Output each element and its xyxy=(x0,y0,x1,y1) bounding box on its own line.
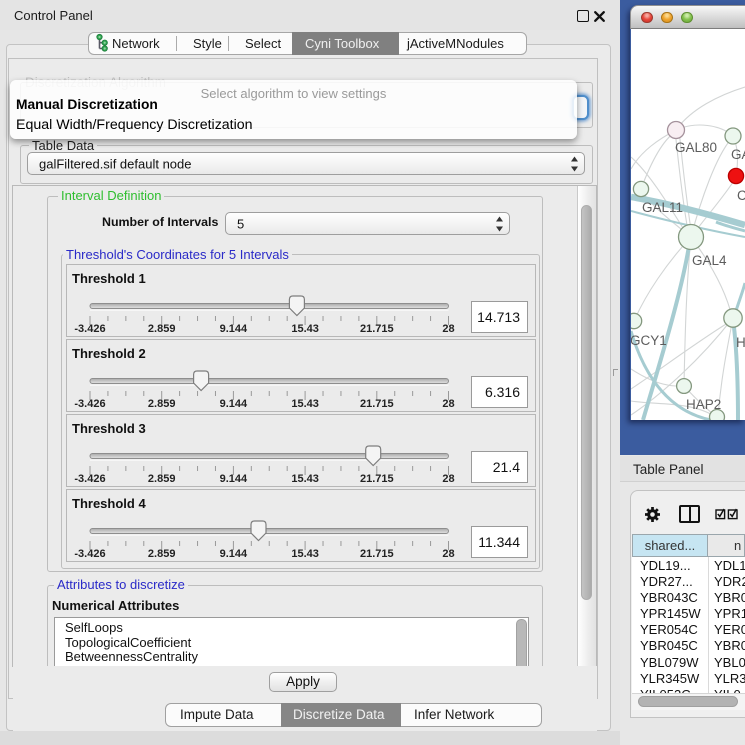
svg-text:GA: GA xyxy=(731,147,745,162)
svg-text:C: C xyxy=(737,188,745,203)
svg-text:GCY1: GCY1 xyxy=(631,333,667,348)
svg-text:GAL4: GAL4 xyxy=(692,253,727,268)
svg-text:GAL80: GAL80 xyxy=(675,140,717,155)
svg-text:HAP2: HAP2 xyxy=(686,397,721,412)
svg-text:H: H xyxy=(736,335,745,350)
svg-text:GAL11: GAL11 xyxy=(642,200,683,215)
